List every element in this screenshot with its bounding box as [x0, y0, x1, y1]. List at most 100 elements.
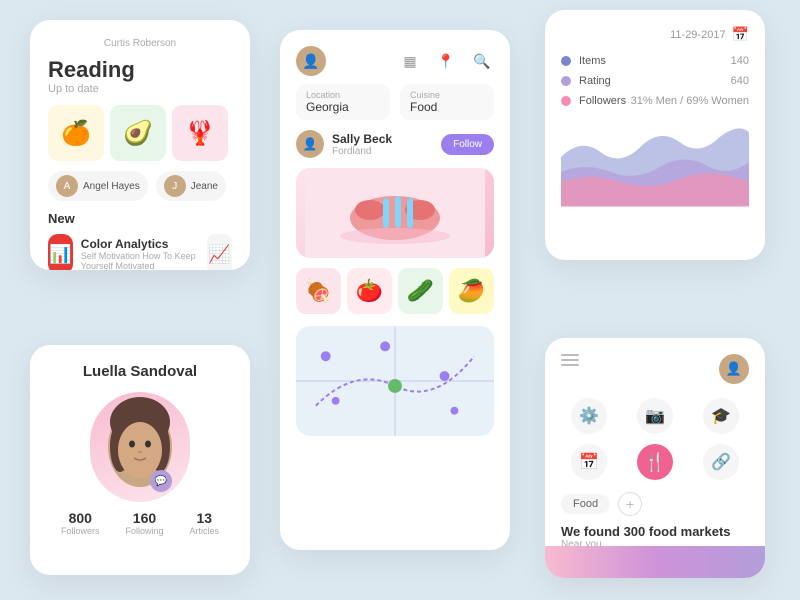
- new-item-desc: Self Motivation How To Keep Yourself Mot…: [81, 251, 199, 270]
- market-icon-calendar[interactable]: 📅: [561, 444, 617, 480]
- market-icon-camera[interactable]: 📷: [627, 398, 683, 434]
- cuisine-field[interactable]: Cuisine Food: [400, 84, 494, 120]
- follower-avatar-2: J: [164, 175, 186, 197]
- location-value: Georgia: [306, 100, 380, 114]
- follow-button[interactable]: Follow: [441, 134, 494, 155]
- location-icon[interactable]: 📍: [434, 49, 458, 73]
- link-icon: 🔗: [703, 444, 739, 480]
- new-item-thumbnail: 📈: [207, 234, 232, 270]
- analytics-date-row: 11-29-2017 📅: [561, 26, 749, 43]
- calendar-icon: 📅: [571, 444, 607, 480]
- following-value: 160: [125, 510, 163, 526]
- market-icons-grid: ⚙️ 📷 🎓 📅 🍴 🔗: [561, 398, 749, 480]
- stat-articles: 13 Articles: [189, 510, 219, 536]
- market-result-text: We found 300 food markets: [561, 524, 749, 539]
- analytics-card: 11-29-2017 📅 Items 140 Rating 640 Follow…: [545, 10, 765, 260]
- profile-name: Luella Sandoval: [48, 363, 232, 380]
- food-tag-row: Food +: [561, 492, 749, 516]
- book-thumb-3[interactable]: 🦞: [172, 105, 228, 161]
- food-item-3[interactable]: 🥒: [398, 268, 443, 314]
- stat-dot-followers: [561, 96, 571, 106]
- followers-label: Followers: [61, 526, 100, 536]
- food-item-4[interactable]: 🥭: [449, 268, 494, 314]
- menu-bar-1: [561, 354, 579, 356]
- articles-value: 13: [189, 510, 219, 526]
- hero-svg: [305, 168, 485, 258]
- reading-title: Reading: [48, 57, 232, 83]
- search-icon[interactable]: 🔍: [470, 49, 494, 73]
- followers-value: 800: [61, 510, 100, 526]
- user-follow-avatar: 👤: [296, 130, 324, 158]
- food-item-2[interactable]: 🍅: [347, 268, 392, 314]
- new-label: New: [48, 211, 232, 226]
- market-icon-food-pink[interactable]: 🍴: [627, 444, 683, 480]
- settings-icon: ⚙️: [571, 398, 607, 434]
- grid-icon[interactable]: ▦: [398, 49, 422, 73]
- map-area[interactable]: [296, 326, 494, 436]
- calendar-icon[interactable]: 📅: [732, 26, 749, 43]
- center-phone-card: 👤 ▦ 📍 🔍 Location Georgia Cuisine Food 👤 …: [280, 30, 510, 550]
- hamburger-menu-icon[interactable]: [561, 354, 579, 366]
- stat-value-followers: 31% Men / 69% Women: [631, 95, 749, 107]
- stat-value-rating: 640: [731, 75, 749, 87]
- username-label: Curtis Roberson: [48, 38, 232, 49]
- add-button[interactable]: +: [618, 492, 642, 516]
- following-label: Following: [125, 526, 163, 536]
- new-item-icon: 📊: [48, 234, 73, 270]
- follower-chip-1[interactable]: A Angel Hayes: [48, 171, 148, 201]
- stat-dot-rating: [561, 76, 571, 86]
- user-follow-info: Sally Beck Fordland: [332, 132, 433, 157]
- food-tag[interactable]: Food: [561, 494, 610, 514]
- book-thumb-1[interactable]: 🍊: [48, 105, 104, 161]
- food-item-1[interactable]: 🍖: [296, 268, 341, 314]
- stat-dot-items: [561, 56, 571, 66]
- market-header: 👤: [561, 354, 749, 384]
- stat-label-followers: Followers: [579, 95, 631, 107]
- new-item-title: Color Analytics: [81, 237, 199, 251]
- market-icon-hat[interactable]: 🎓: [693, 398, 749, 434]
- center-top-icons: ▦ 📍 🔍: [398, 49, 494, 73]
- hat-icon: 🎓: [703, 398, 739, 434]
- profile-card: Luella Sandoval 💬 800 Followers: [30, 345, 250, 575]
- location-label: Location: [306, 90, 380, 100]
- profile-stats: 800 Followers 160 Following 13 Articles: [48, 510, 232, 536]
- articles-label: Articles: [189, 526, 219, 536]
- new-item[interactable]: 📊 Color Analytics Self Motivation How To…: [48, 234, 232, 270]
- book-thumbnails: 🍊 🥑 🦞: [48, 105, 232, 161]
- center-top-bar: 👤 ▦ 📍 🔍: [280, 30, 510, 84]
- markets-card: 👤 ⚙️ 📷 🎓 📅 🍴 🔗 Food + We found 300 food …: [545, 338, 765, 578]
- profile-avatar: 💬: [90, 392, 190, 502]
- follower-avatar-1: A: [56, 175, 78, 197]
- center-user-avatar[interactable]: 👤: [296, 46, 326, 76]
- analytics-stat-items: Items 140: [561, 55, 749, 67]
- profile-badge: 💬: [150, 470, 172, 492]
- new-item-text: Color Analytics Self Motivation How To K…: [81, 237, 199, 270]
- stat-followers: 800 Followers: [61, 510, 100, 536]
- market-icon-link[interactable]: 🔗: [693, 444, 749, 480]
- follower-chip-2[interactable]: J Jeane: [156, 171, 226, 201]
- market-icon-settings[interactable]: ⚙️: [561, 398, 617, 434]
- reading-subtitle: Up to date: [48, 83, 232, 95]
- location-field[interactable]: Location Georgia: [296, 84, 390, 120]
- bottom-color-strip: [545, 546, 765, 578]
- location-row: Location Georgia Cuisine Food: [280, 84, 510, 130]
- cuisine-label: Cuisine: [410, 90, 484, 100]
- menu-bar-2: [561, 359, 579, 361]
- followers-row: A Angel Hayes J Jeane: [48, 171, 232, 201]
- follower-name-1: Angel Hayes: [83, 181, 140, 192]
- hero-image: [296, 168, 494, 258]
- user-follow-location: Fordland: [332, 146, 433, 157]
- follower-name-2: Jeane: [191, 181, 218, 192]
- avatar-svg: [90, 392, 190, 502]
- food-pink-icon: 🍴: [637, 444, 673, 480]
- user-follow-name: Sally Beck: [332, 132, 433, 146]
- market-user-avatar[interactable]: 👤: [719, 354, 749, 384]
- analytics-stat-rating: Rating 640: [561, 75, 749, 87]
- user-follow-row: 👤 Sally Beck Fordland Follow: [280, 130, 510, 168]
- camera-icon: 📷: [637, 398, 673, 434]
- book-thumb-2[interactable]: 🥑: [110, 105, 166, 161]
- analytics-stat-followers: Followers 31% Men / 69% Women: [561, 95, 749, 107]
- stat-value-items: 140: [731, 55, 749, 67]
- cuisine-value: Food: [410, 100, 484, 114]
- stat-following: 160 Following: [125, 510, 163, 536]
